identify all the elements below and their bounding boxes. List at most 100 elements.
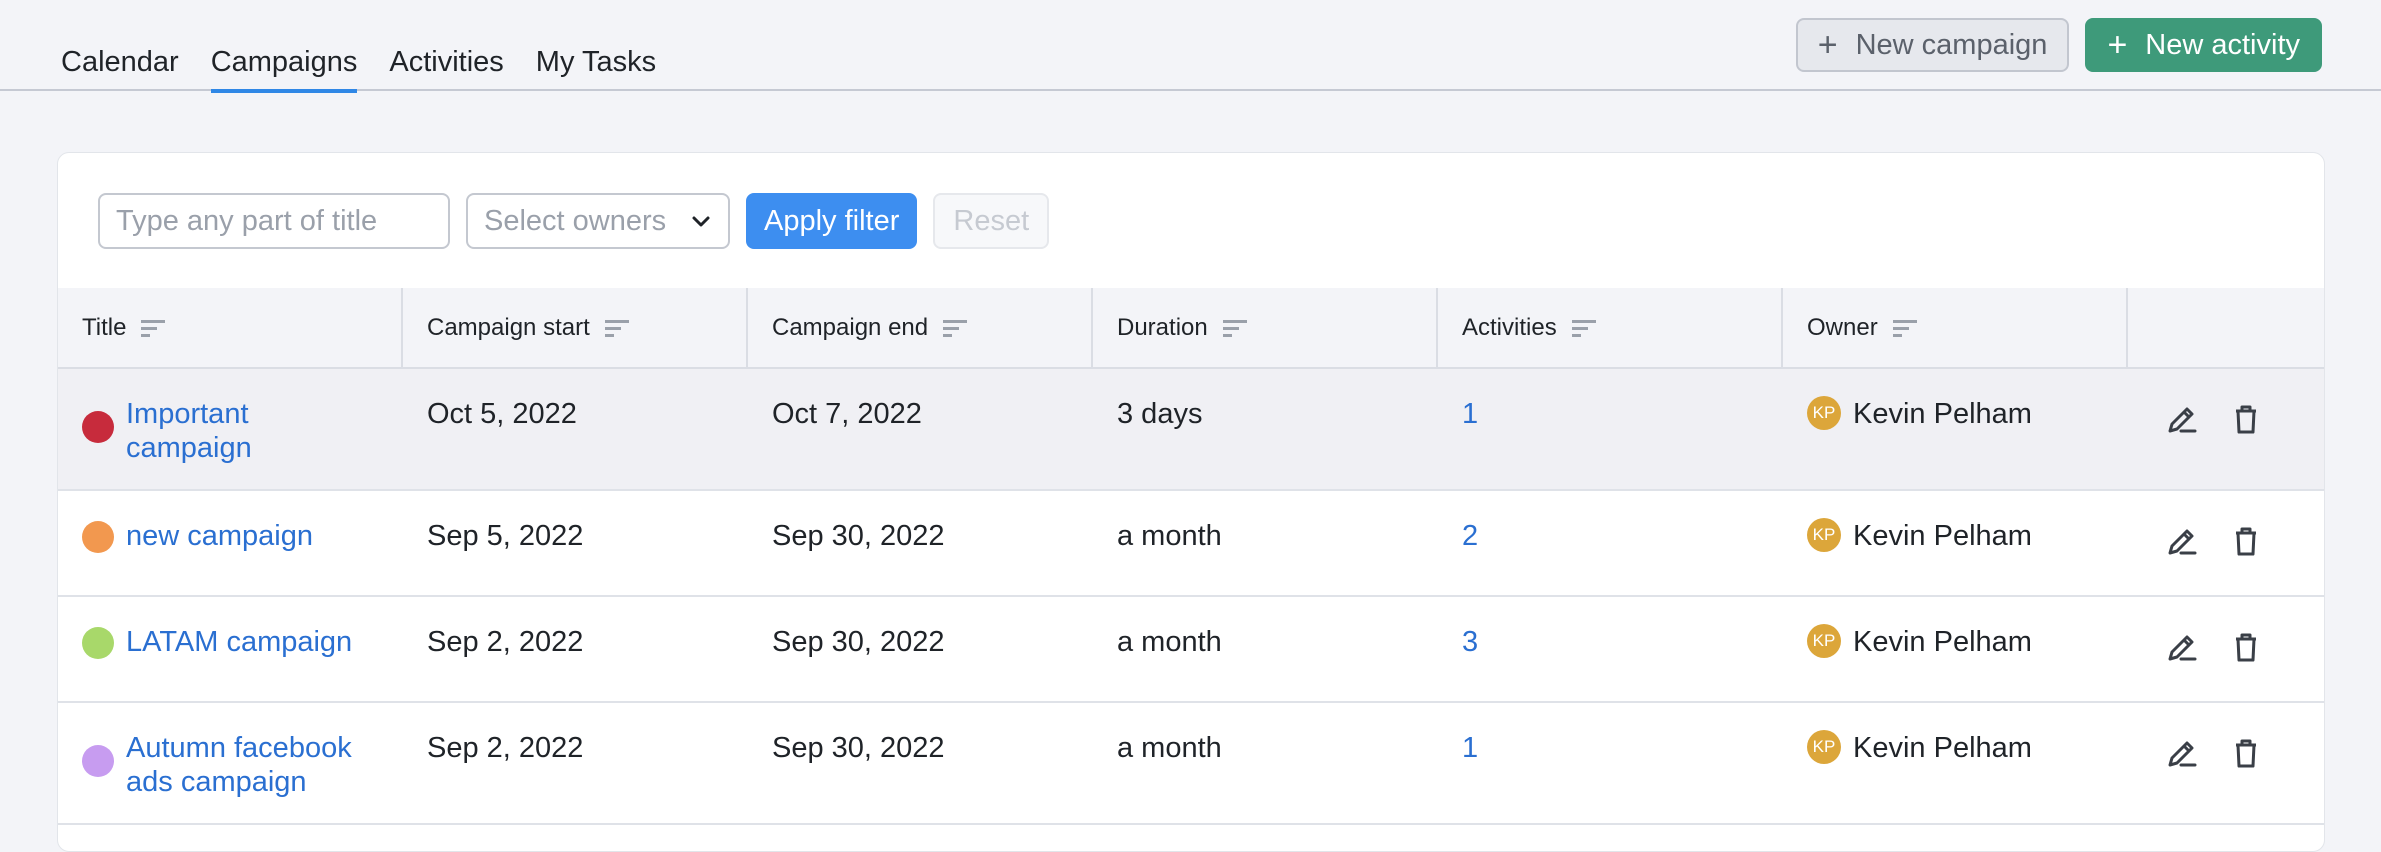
duration-cell: 3 days xyxy=(1117,398,1203,430)
owner-name: Kevin Pelham xyxy=(1853,732,2032,764)
campaign-end-cell: Sep 30, 2022 xyxy=(772,732,945,764)
delete-trash-icon[interactable] xyxy=(2228,401,2264,437)
owner: KP Kevin Pelham xyxy=(1807,624,2128,659)
apply-filter-button[interactable]: Apply filter xyxy=(746,193,918,249)
campaigns-card: Type any part of title Select owners App… xyxy=(57,152,2325,852)
new-activity-label: New activity xyxy=(2145,28,2300,61)
edit-pencil-icon[interactable] xyxy=(2164,523,2200,559)
avatar: KP xyxy=(1807,518,1841,552)
edit-pencil-icon[interactable] xyxy=(2164,735,2200,771)
table-row: Important campaign Oct 5, 2022 Oct 7, 20… xyxy=(58,369,2324,491)
chevron-down-icon xyxy=(692,216,710,227)
column-header-owner[interactable]: Owner xyxy=(1783,288,2128,367)
activities-count-link[interactable]: 2 xyxy=(1462,520,1478,552)
campaign-color-dot xyxy=(82,521,114,553)
owner: KP Kevin Pelham xyxy=(1807,730,2128,765)
owner: KP Kevin Pelham xyxy=(1807,396,2128,431)
edit-pencil-icon[interactable] xyxy=(2164,401,2200,437)
activities-cell: 2 xyxy=(1438,491,1783,595)
campaign-color-dot xyxy=(82,627,114,659)
owner-name: Kevin Pelham xyxy=(1853,520,2032,552)
table-row: Autumn facebook ads campaign Sep 2, 2022… xyxy=(58,703,2324,825)
column-header-duration[interactable]: Duration xyxy=(1093,288,1438,367)
title-search-input[interactable]: Type any part of title xyxy=(98,193,450,249)
campaign-title-link[interactable]: new campaign xyxy=(126,519,366,553)
sort-icon[interactable] xyxy=(1892,317,1918,339)
owner: KP Kevin Pelham xyxy=(1807,518,2128,553)
campaign-start-cell: Sep 5, 2022 xyxy=(427,520,584,552)
column-header-title[interactable]: Title xyxy=(58,288,403,367)
campaign-title-link[interactable]: LATAM campaign xyxy=(126,625,366,659)
owner-cell: KP Kevin Pelham xyxy=(1783,491,2128,595)
sort-icon[interactable] xyxy=(942,317,968,339)
table-row: LATAM campaign Sep 2, 2022 Sep 30, 2022 … xyxy=(58,597,2324,703)
new-campaign-button[interactable]: + New campaign xyxy=(1795,18,2070,72)
title-cell: Important campaign xyxy=(58,369,403,489)
tab-activities[interactable]: Activities xyxy=(389,45,503,93)
campaign-end-cell: Oct 7, 2022 xyxy=(772,398,922,430)
owner-cell: KP Kevin Pelham xyxy=(1783,369,2128,489)
tab-calendar[interactable]: Calendar xyxy=(61,45,179,93)
tab-bar: Calendar Campaigns Activities My Tasks xyxy=(61,0,656,93)
table-header: Title Campaign start Campaign end Durati… xyxy=(58,288,2324,369)
sort-icon[interactable] xyxy=(604,317,630,339)
campaign-title-link[interactable]: Autumn facebook ads campaign xyxy=(126,731,366,799)
campaign-title-link[interactable]: Important campaign xyxy=(126,397,366,465)
activities-cell: 1 xyxy=(1438,703,1783,823)
tab-my-tasks[interactable]: My Tasks xyxy=(536,45,656,93)
campaign-color-dot xyxy=(82,411,114,443)
owner-name: Kevin Pelham xyxy=(1853,626,2032,658)
new-activity-button[interactable]: + New activity xyxy=(2085,18,2322,72)
filter-bar: Type any part of title Select owners App… xyxy=(98,193,1050,249)
new-campaign-label: New campaign xyxy=(1855,28,2048,61)
row-actions xyxy=(2128,703,2324,823)
campaign-color-dot xyxy=(82,745,114,777)
row-actions xyxy=(2128,491,2324,595)
duration-cell: a month xyxy=(1117,520,1222,552)
row-actions xyxy=(2128,597,2324,701)
row-actions xyxy=(2128,369,2324,489)
column-header-campaign-start[interactable]: Campaign start xyxy=(403,288,748,367)
activities-count-link[interactable]: 1 xyxy=(1462,732,1478,764)
plus-icon: + xyxy=(1817,26,1838,64)
delete-trash-icon[interactable] xyxy=(2228,523,2264,559)
campaign-end-cell: Sep 30, 2022 xyxy=(772,520,945,552)
column-header-campaign-end[interactable]: Campaign end xyxy=(748,288,1093,367)
top-actions: + New campaign + New activity xyxy=(1795,18,2322,72)
delete-trash-icon[interactable] xyxy=(2228,735,2264,771)
column-header-actions xyxy=(2128,288,2324,367)
owner-name: Kevin Pelham xyxy=(1853,398,2032,430)
activities-count-link[interactable]: 3 xyxy=(1462,626,1478,658)
table-row: new campaign Sep 5, 2022 Sep 30, 2022 a … xyxy=(58,491,2324,597)
column-header-activities[interactable]: Activities xyxy=(1438,288,1783,367)
plus-icon: + xyxy=(2107,26,2128,64)
sort-icon[interactable] xyxy=(1222,317,1248,339)
title-search-placeholder: Type any part of title xyxy=(116,204,378,237)
avatar: KP xyxy=(1807,624,1841,658)
campaigns-table: Title Campaign start Campaign end Durati… xyxy=(58,288,2324,825)
column-start-label: Campaign start xyxy=(427,313,590,341)
duration-cell: a month xyxy=(1117,732,1222,764)
activities-count-link[interactable]: 1 xyxy=(1462,398,1478,430)
edit-pencil-icon[interactable] xyxy=(2164,629,2200,665)
title-cell: LATAM campaign xyxy=(58,597,403,701)
activities-cell: 3 xyxy=(1438,597,1783,701)
owners-select-placeholder: Select owners xyxy=(484,204,667,237)
campaign-start-cell: Sep 2, 2022 xyxy=(427,732,584,764)
column-title-label: Title xyxy=(82,313,127,341)
campaign-end-cell: Sep 30, 2022 xyxy=(772,626,945,658)
campaign-start-cell: Oct 5, 2022 xyxy=(427,398,577,430)
tab-campaigns[interactable]: Campaigns xyxy=(210,45,358,93)
owner-cell: KP Kevin Pelham xyxy=(1783,597,2128,701)
avatar: KP xyxy=(1807,730,1841,764)
title-cell: Autumn facebook ads campaign xyxy=(58,703,403,823)
column-owner-label: Owner xyxy=(1807,313,1878,341)
owners-select[interactable]: Select owners xyxy=(466,193,730,249)
top-bar: Calendar Campaigns Activities My Tasks +… xyxy=(0,0,2381,93)
reset-button[interactable]: Reset xyxy=(933,193,1050,249)
delete-trash-icon[interactable] xyxy=(2228,629,2264,665)
column-end-label: Campaign end xyxy=(772,313,929,341)
sort-icon[interactable] xyxy=(140,317,166,339)
sort-icon[interactable] xyxy=(1571,317,1597,339)
avatar: KP xyxy=(1807,396,1841,430)
